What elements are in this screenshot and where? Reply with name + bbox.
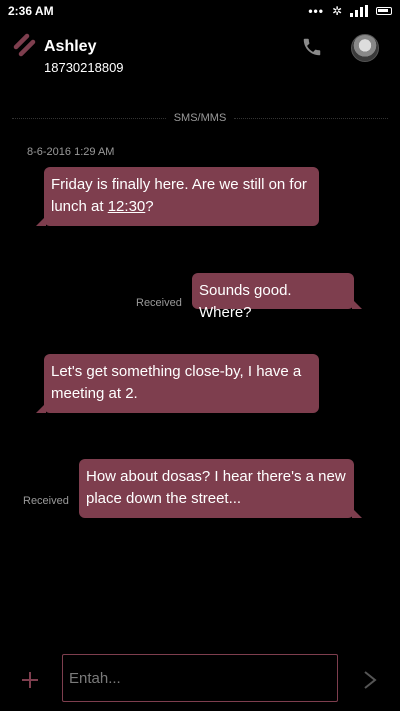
delivery-status: Received: [23, 495, 69, 507]
channel-divider: SMS/MMS: [12, 112, 388, 124]
phone-icon[interactable]: [301, 36, 323, 58]
message-bubble-outgoing[interactable]: Sounds good. Where?: [192, 273, 362, 321]
message-timestamp: 8-6-2016 1:29 AM: [27, 146, 115, 158]
message-bubble-outgoing[interactable]: How about dosas? I hear there's a new pl…: [79, 459, 362, 518]
battery-icon: [376, 7, 392, 15]
status-icons: ••• ✲: [308, 4, 392, 18]
contact-number: 18730218809: [44, 60, 124, 75]
dots-icon: •••: [308, 4, 324, 18]
conversation-screen: 2:36 AM ••• ✲ Ashley 18730218809 SMS/MMS…: [0, 0, 400, 711]
message-text: ?: [145, 198, 154, 215]
plus-icon[interactable]: [20, 670, 40, 690]
divider-line: [12, 117, 166, 119]
message-text: Friday is finally here. Are we still on …: [51, 176, 307, 215]
message-bubble-incoming[interactable]: Friday is finally here. Are we still on …: [36, 167, 319, 226]
time-link[interactable]: 12:30: [108, 198, 146, 215]
channel-label: SMS/MMS: [173, 112, 227, 124]
status-bar: 2:36 AM ••• ✲: [0, 0, 400, 22]
contact-name: Ashley: [44, 38, 97, 55]
delivery-status: Received: [136, 297, 182, 309]
message-bubble-incoming[interactable]: Let's get something close-by, I have a m…: [36, 354, 319, 413]
contact-avatar[interactable]: [351, 34, 379, 62]
conversation-header: Ashley 18730218809: [0, 28, 400, 84]
message-text: Sounds good. Where?: [199, 282, 292, 321]
send-chevron-icon[interactable]: [362, 670, 378, 690]
signal-icon: [350, 5, 368, 17]
settings-icon: ✲: [331, 4, 342, 18]
message-input[interactable]: [62, 654, 338, 702]
message-text: Let's get something close-by, I have a m…: [51, 363, 302, 402]
message-text: How about dosas? I hear there's a new pl…: [86, 468, 346, 507]
status-time: 2:36 AM: [8, 4, 54, 18]
back-app-icon[interactable]: [12, 32, 38, 58]
divider-line: [234, 117, 388, 119]
